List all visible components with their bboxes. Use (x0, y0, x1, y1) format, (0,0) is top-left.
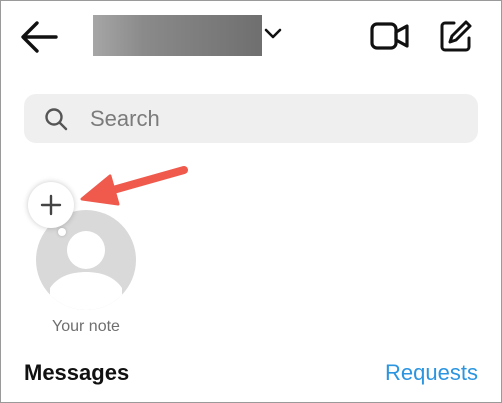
messages-title: Messages (24, 360, 130, 385)
red-arrow-icon (80, 166, 188, 206)
search-icon (45, 108, 68, 131)
note-bubble-tail (58, 228, 66, 236)
search-placeholder: Search (90, 106, 160, 131)
chevron-down-icon[interactable] (264, 27, 282, 41)
search-input[interactable]: Search (24, 94, 478, 143)
your-note-label: Your note (52, 318, 120, 335)
compose-icon[interactable] (439, 19, 473, 53)
back-arrow-icon[interactable] (20, 20, 58, 54)
plus-icon (40, 194, 62, 216)
requests-link[interactable]: Requests (385, 360, 478, 386)
username-redacted[interactable] (93, 15, 262, 56)
add-note-button[interactable] (28, 182, 74, 228)
video-camera-icon[interactable] (370, 21, 410, 51)
